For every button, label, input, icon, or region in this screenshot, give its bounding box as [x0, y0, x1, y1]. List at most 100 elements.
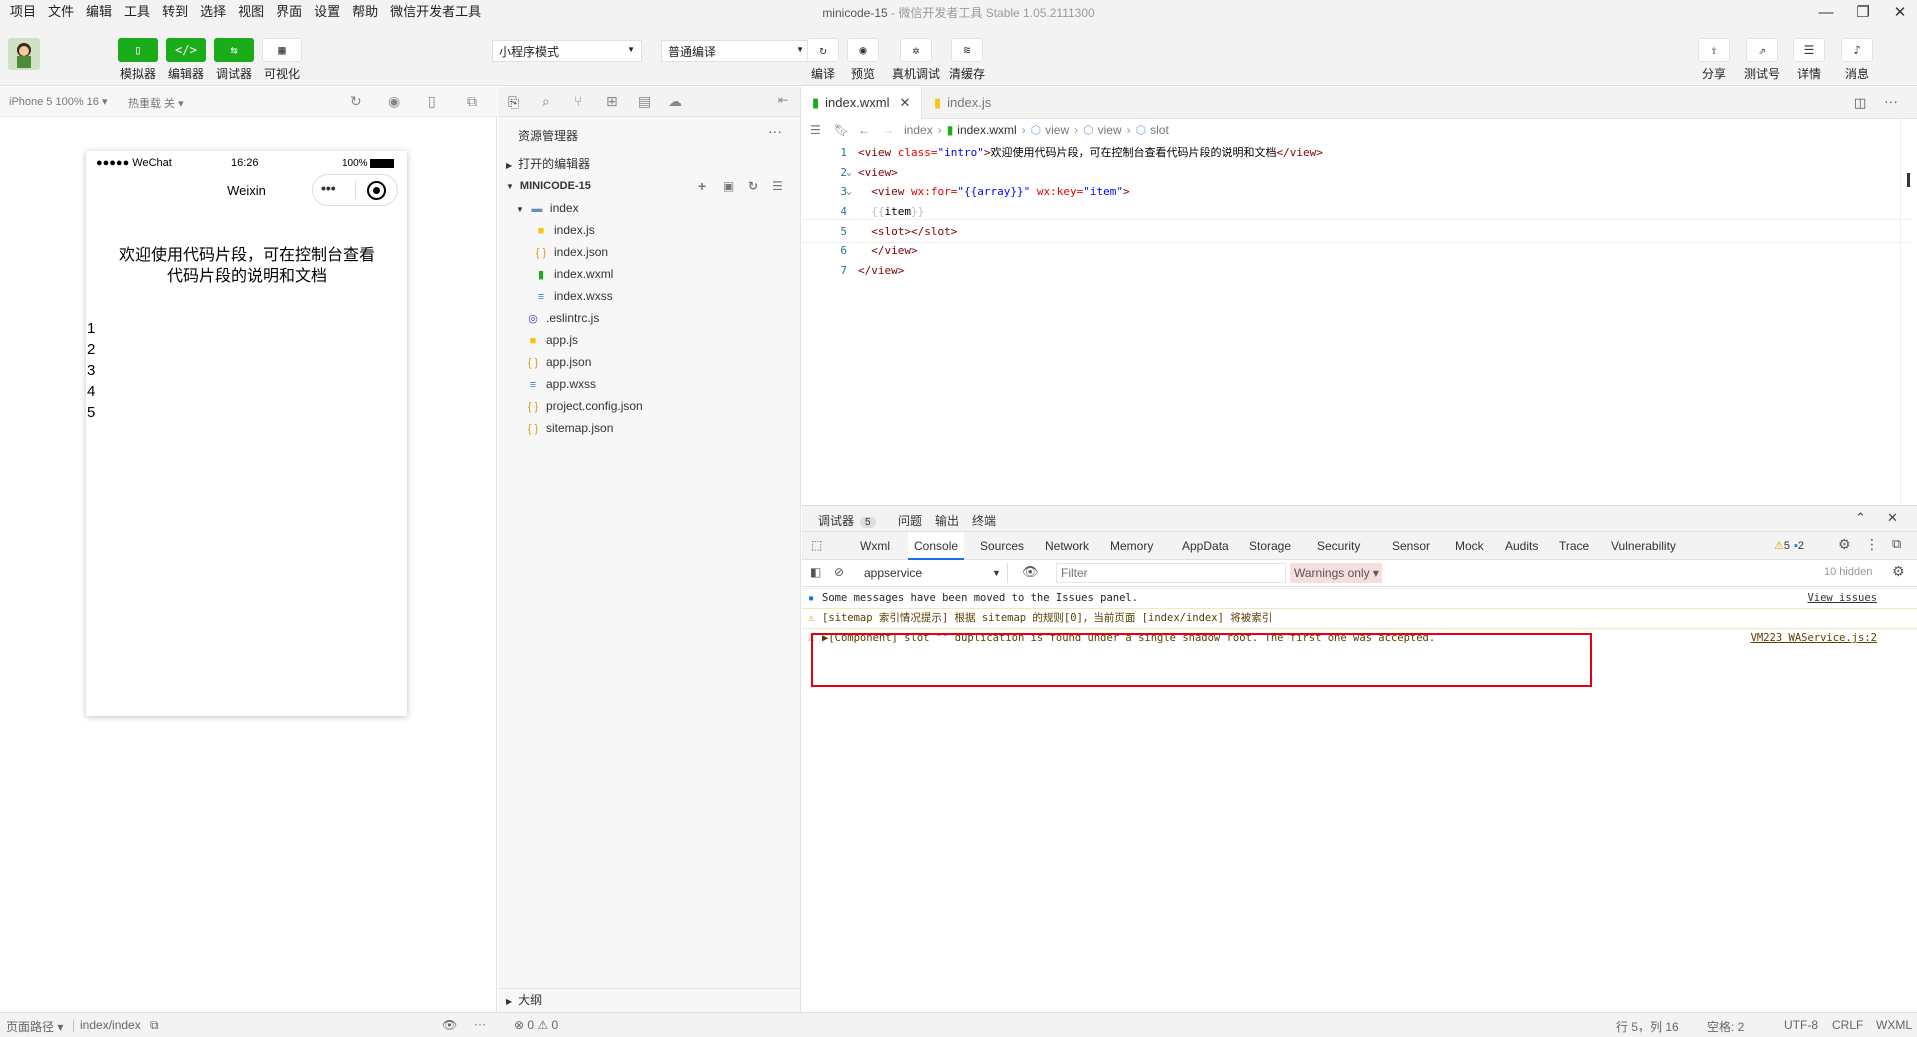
toolbar-button-code[interactable]: </> 编辑器 — [166, 38, 206, 82]
search-icon[interactable]: ⌕ — [542, 93, 550, 110]
file-item[interactable]: { } project.config.json — [498, 395, 800, 417]
bookmark-icon[interactable]: 🔖︎ — [834, 119, 849, 141]
hotreload-toggle[interactable]: 热重载 关 ▾ — [128, 95, 184, 111]
project-section[interactable]: ▼ MINICODE-15 + ▣ ↻ ☰ — [498, 175, 800, 197]
panel-tab-trace[interactable]: Trace — [1553, 532, 1595, 560]
page-path-label[interactable]: 页面路径 ▾ — [6, 1018, 63, 1035]
maximize-icon[interactable]: ❐ — [1845, 0, 1881, 24]
panel-tab-wxml[interactable]: Wxml — [854, 532, 896, 560]
more-icon[interactable]: ··· — [474, 1017, 486, 1031]
minimize-icon[interactable]: — — [1808, 0, 1844, 24]
panel-tab-audits[interactable]: Audits — [1499, 532, 1544, 560]
clear-console-icon[interactable]: ⊘ — [834, 565, 844, 579]
indentation[interactable]: 空格: 2 — [1707, 1018, 1744, 1035]
tab-index-wxml[interactable]: ▮ index.wxml ✕ — [802, 87, 922, 119]
editor-scrollbar[interactable] — [1900, 119, 1917, 504]
breadcrumb-item[interactable]: view — [1045, 123, 1069, 137]
toolbar-button-eye[interactable]: ◉ 预览 — [841, 38, 885, 82]
editor-more-icon[interactable]: ··· — [1884, 93, 1898, 109]
toolbar-button-refresh[interactable]: ↻ 编译 — [801, 38, 845, 82]
panel-tab-network[interactable]: Network — [1039, 532, 1095, 560]
settings-icon[interactable]: ⚙ — [1838, 536, 1851, 553]
encoding[interactable]: UTF-8 — [1784, 1018, 1818, 1032]
panel-tab-sensor[interactable]: Sensor — [1386, 532, 1436, 560]
tab-index-js[interactable]: ▮ index.js — [924, 87, 1044, 119]
devtools-top-tab-0[interactable]: 调试器 5 — [818, 512, 876, 529]
window-icon[interactable]: ⧉ — [467, 93, 477, 110]
devtools-top-tab-2[interactable]: 输出 — [935, 512, 959, 529]
message-link[interactable]: View issues — [1807, 588, 1877, 608]
inspect-icon[interactable]: ⬚ — [811, 538, 822, 552]
console-message[interactable]: ⚠ [sitemap 索引情况提示] 根据 sitemap 的规则[0]，当前页面… — [802, 608, 1917, 624]
collapse-icon[interactable]: ☰ — [772, 175, 783, 197]
phone-icon[interactable]: ▯ — [428, 93, 436, 110]
console-message[interactable]: ▪ Some messages have been moved to the Is… — [802, 588, 1917, 604]
toolbar-button-external[interactable]: ⇗ 测试号 — [1740, 38, 1784, 82]
split-editor-icon[interactable]: ◫ — [1854, 95, 1866, 111]
code-area[interactable]: 1 <view class="intro">欢迎使用代码片段，可在控制台查看代码片… — [802, 141, 1917, 311]
panel-tab-vulnerability[interactable]: Vulnerability — [1605, 532, 1682, 560]
toolbar-button-debug[interactable]: ⇆ 调试器 — [214, 38, 254, 82]
compile-select[interactable]: 普通编译 ▼ — [661, 40, 811, 62]
files-icon[interactable]: ⎘ — [508, 94, 519, 111]
console-message[interactable]: ⚠ ▶[Component] slot "" duplication is fou… — [802, 628, 1917, 644]
copy-icon[interactable]: ⧉ — [150, 1018, 159, 1033]
message-link[interactable]: VM223 WAService.js:2 — [1751, 628, 1877, 648]
cloud-icon[interactable]: ☁ — [668, 93, 682, 110]
eye-icon[interactable]: 👁︎ — [442, 1018, 457, 1032]
file-item[interactable]: ≡ index.wxss — [498, 285, 800, 307]
capsule-button[interactable]: ••• — [312, 174, 398, 206]
file-item[interactable]: ■ index.js — [498, 219, 800, 241]
list-icon[interactable]: ☰ — [810, 119, 821, 141]
devtools-top-tab-1[interactable]: 问题 — [898, 512, 922, 529]
breadcrumb-item[interactable]: index.wxml — [957, 123, 1016, 137]
forward-icon[interactable]: → — [882, 119, 894, 141]
panel-tab-console[interactable]: Console — [908, 532, 965, 560]
toolbar-button-bell[interactable]: ♪ 消息 — [1835, 38, 1879, 82]
close-icon[interactable]: ✕ — [1882, 0, 1917, 24]
toolbar-button-layers[interactable]: ≋ 清缓存 — [945, 38, 989, 82]
file-item[interactable]: { } index.json — [498, 241, 800, 263]
extensions-icon[interactable]: ⊞ — [606, 93, 618, 110]
rotate-icon[interactable]: ↻ — [350, 93, 362, 110]
refresh-tree-icon[interactable]: ↻ — [748, 175, 758, 197]
toolbar-button-phone[interactable]: ▯ 模拟器 — [118, 38, 158, 82]
avatar[interactable] — [8, 38, 40, 70]
file-item[interactable]: ◎ .eslintrc.js — [498, 307, 800, 329]
filter-input[interactable] — [1056, 563, 1286, 583]
context-select[interactable]: appservice ▼ — [858, 563, 1008, 583]
device-select[interactable]: iPhone 5 100% 16 ▾ — [9, 95, 108, 108]
levels-select[interactable]: Warnings only ▾ — [1290, 563, 1382, 583]
panel-tab-sources[interactable]: Sources — [974, 532, 1030, 560]
file-item[interactable]: { } sitemap.json — [498, 417, 800, 439]
cursor-position[interactable]: 行 5，列 16 — [1616, 1018, 1679, 1035]
mode-select[interactable]: 小程序模式 ▼ — [492, 40, 642, 62]
open-editors-section[interactable]: ▶ 打开的编辑器 — [498, 153, 800, 175]
git-icon[interactable]: ⑂ — [574, 93, 582, 109]
toolbar-button-upload[interactable]: ⇪ 分享 — [1692, 38, 1736, 82]
record-icon[interactable]: ◉ — [388, 93, 400, 110]
storage-icon[interactable]: ▤ — [638, 93, 651, 110]
panel-tab-mock[interactable]: Mock — [1449, 532, 1490, 560]
file-item[interactable]: { } app.json — [498, 351, 800, 373]
undock-icon[interactable]: ⧉ — [1892, 536, 1901, 552]
console-settings-icon[interactable]: ⚙ — [1892, 563, 1905, 580]
close-panel-icon[interactable]: ✕ — [1887, 510, 1898, 526]
warn-counter[interactable]: ⚠5 ▪2 — [1774, 539, 1804, 552]
eye-icon[interactable]: 👁︎ — [1022, 564, 1039, 580]
panel-tab-storage[interactable]: Storage — [1243, 532, 1297, 560]
toolbar-button-menu[interactable]: ☰ 详情 — [1787, 38, 1831, 82]
breadcrumb-item[interactable]: slot — [1150, 123, 1169, 137]
more-icon[interactable]: ••• — [321, 180, 336, 196]
file-item[interactable]: ▮ index.wxml — [498, 263, 800, 285]
more-actions-icon[interactable]: ··· — [768, 123, 782, 139]
folder-item[interactable]: ▼ ▬ index — [498, 197, 800, 219]
toolbar-button-layout[interactable]: ▦ 可视化 — [262, 38, 302, 82]
close-mini-icon[interactable] — [367, 181, 386, 200]
eol[interactable]: CRLF — [1832, 1018, 1863, 1032]
problems-indicator[interactable]: ⊗ 0 ⚠ 0 — [514, 1018, 558, 1032]
collapse-panel-icon[interactable]: ⌃ — [1855, 510, 1866, 526]
sidebar-toggle-icon[interactable]: ◧ — [810, 565, 821, 579]
toolbar-button-bug[interactable]: ✲ 真机调试 — [892, 38, 940, 82]
breadcrumb-item[interactable]: view — [1098, 123, 1122, 137]
